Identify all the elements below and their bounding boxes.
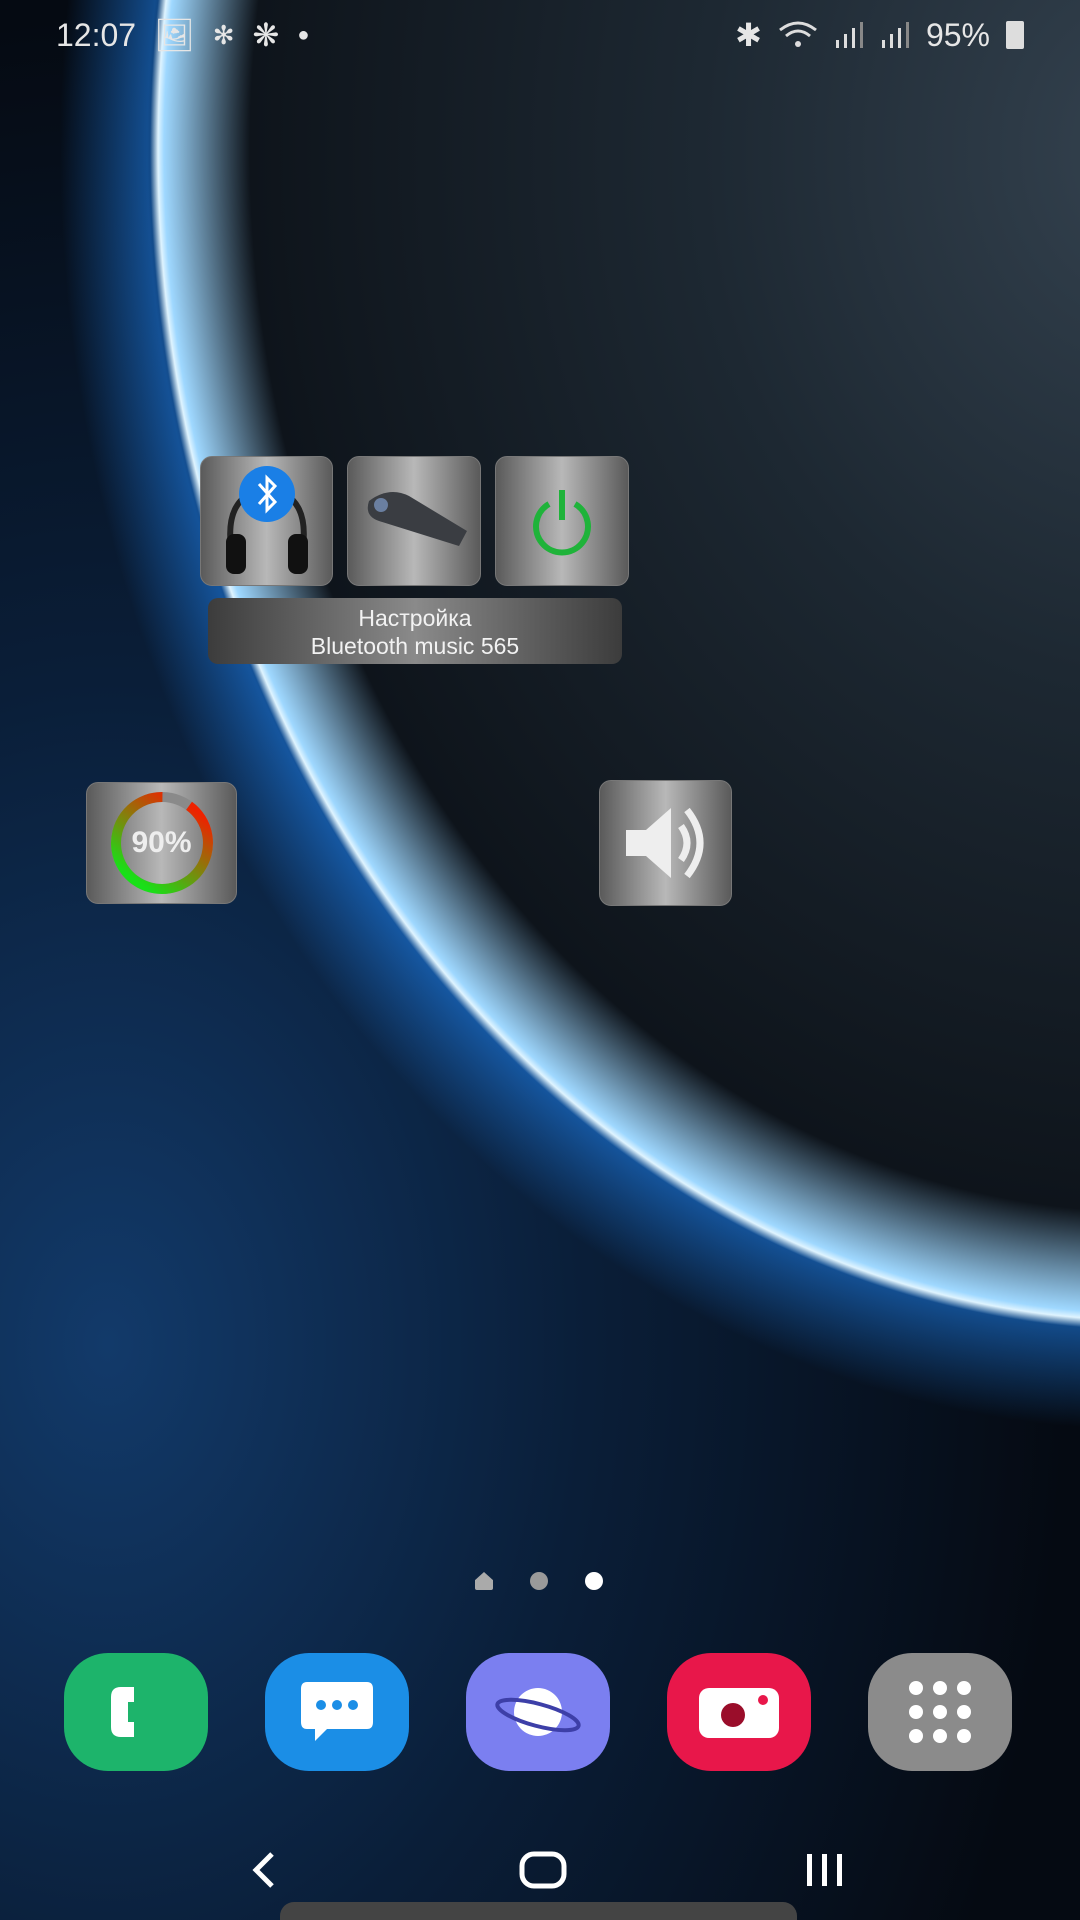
page-indicator — [0, 1572, 1080, 1592]
bluetooth-settings-icon: ✻ — [212, 19, 235, 50]
wifi-icon — [779, 21, 817, 47]
status-bar: 12:07 🖼 ✻ ❋ ● ✱ 95% — [0, 0, 1080, 70]
dock-internet[interactable] — [466, 1653, 610, 1771]
home-page-indicator-icon[interactable] — [475, 1572, 493, 1590]
internet-planet-icon — [495, 1688, 581, 1736]
apps-grid-icon — [909, 1681, 971, 1743]
nav-back-button[interactable] — [233, 1845, 293, 1895]
camera-icon — [699, 1688, 779, 1738]
widget-settings-label[interactable]: Настройка Bluetooth music 565 — [208, 598, 622, 664]
widget-title-line1: Настройка — [358, 605, 472, 631]
battery-level-text: 90% — [131, 826, 192, 859]
battery-percent: 95% — [925, 16, 990, 53]
nav-home-button[interactable] — [513, 1845, 573, 1895]
phone-icon — [111, 1687, 134, 1737]
widget-title-line2: Bluetooth music 565 — [310, 633, 520, 659]
home-icon — [519, 1851, 567, 1889]
speaker-icon — [625, 807, 703, 879]
signal-icon — [835, 22, 863, 48]
dock-camera[interactable] — [667, 1653, 811, 1771]
clock: 12:07 — [56, 16, 137, 53]
wallpaper — [0, 0, 1080, 1920]
power-icon — [533, 490, 591, 556]
battery-level-widget[interactable]: 90% — [86, 782, 237, 904]
image-icon: 🖼 — [154, 17, 195, 53]
dock-phone[interactable] — [64, 1653, 208, 1771]
dock-messages[interactable] — [265, 1653, 409, 1771]
network-hub-icon: ❋ — [252, 17, 280, 53]
gesture-bar[interactable] — [280, 1902, 797, 1920]
volume-button[interactable] — [599, 780, 732, 906]
headset-icon — [367, 492, 467, 546]
dock-apps[interactable] — [868, 1653, 1012, 1771]
signal-icon — [881, 22, 909, 48]
dot-icon: ● — [297, 23, 310, 46]
battery-icon — [1006, 21, 1024, 49]
messages-icon — [301, 1682, 373, 1741]
page-dot-active[interactable] — [585, 1572, 603, 1590]
bluetooth-headphones-button[interactable] — [200, 456, 333, 586]
bluetooth-headphones-icon — [225, 465, 308, 574]
recents-icon — [807, 1854, 842, 1886]
nav-recents-button[interactable] — [795, 1845, 855, 1895]
back-icon — [252, 1852, 274, 1888]
power-button[interactable] — [495, 456, 629, 586]
headset-button[interactable] — [347, 456, 481, 586]
bluetooth-icon: ✱ — [735, 17, 762, 53]
page-dot[interactable] — [530, 1572, 548, 1590]
